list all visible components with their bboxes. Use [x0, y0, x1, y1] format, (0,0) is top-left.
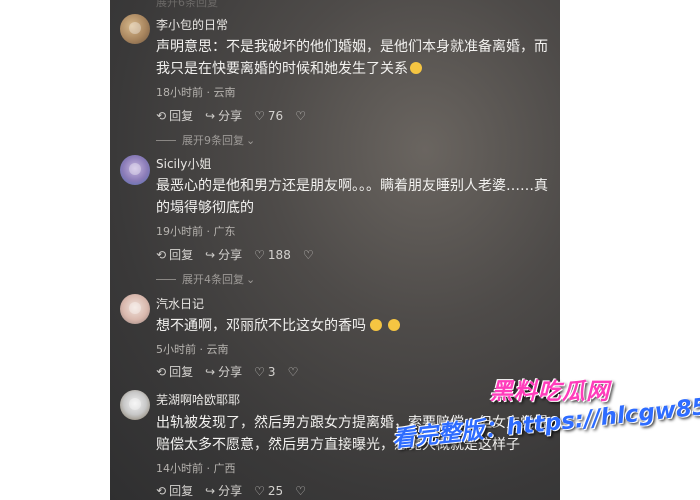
reply-icon: ⟲ — [156, 247, 167, 262]
avatar[interactable] — [120, 390, 150, 420]
like-button[interactable]: ♡ 25 — [254, 484, 283, 498]
dislike-button[interactable]: ♡ — [303, 248, 317, 262]
dislike-button[interactable]: ♡ — [295, 109, 309, 123]
comment-text: 最恶心的是他和男方还是朋友啊。。。瞒着朋友睡别人老婆……真的塌得够彻底的 — [156, 178, 548, 216]
heart-icon: ♡ — [254, 364, 265, 379]
expand-replies[interactable]: 展开4条回复 ⌄ — [156, 271, 255, 287]
share-icon: ↪ — [205, 483, 216, 498]
chevron-down-icon: ⌄ — [246, 272, 256, 286]
comment-actions: ⟲ 回复 ↪ 分享 ♡ 25 ♡ — [156, 482, 321, 499]
comment-meta: 19小时前 · 广东 — [156, 225, 236, 238]
like-button[interactable]: ♡ 188 — [254, 248, 291, 262]
reply-button[interactable]: ⟲ 回复 — [156, 363, 193, 380]
dislike-button[interactable]: ♡ — [288, 365, 302, 379]
reply-button[interactable]: ⟲ 回复 — [156, 246, 193, 263]
comment-username[interactable]: 汽水日记 — [156, 295, 204, 312]
dislike-heart-icon: ♡ — [302, 247, 314, 262]
share-button[interactable]: ↪ 分享 — [205, 107, 242, 124]
share-button[interactable]: ↪ 分享 — [205, 363, 242, 380]
comment-actions: ⟲ 回复 ↪ 分享 ♡ 76 ♡ — [156, 107, 321, 124]
dislike-button[interactable]: ♡ — [295, 484, 309, 498]
dislike-heart-icon: ♡ — [287, 364, 299, 379]
comment-meta: 5小时前 · 云南 — [156, 343, 229, 356]
divider — [156, 278, 176, 280]
comment-meta: 18小时前 · 云南 — [156, 86, 236, 99]
reply-button[interactable]: ⟲ 回复 — [156, 107, 193, 124]
emoji-icon — [370, 319, 382, 331]
comment-username[interactable]: 芜湖啊哈欧耶耶 — [156, 391, 240, 408]
reply-button[interactable]: ⟲ 回复 — [156, 482, 193, 499]
share-icon: ↪ — [205, 247, 216, 262]
comment-actions: ⟲ 回复 ↪ 分享 ♡ 3 ♡ — [156, 363, 313, 380]
avatar[interactable] — [120, 155, 150, 185]
share-button[interactable]: ↪ 分享 — [205, 482, 242, 499]
chevron-down-icon: ⌄ — [246, 133, 256, 147]
dislike-heart-icon: ♡ — [295, 483, 306, 498]
reply-icon: ⟲ — [156, 483, 167, 498]
comment-actions: ⟲ 回复 ↪ 分享 ♡ 188 ♡ — [156, 246, 329, 263]
comment-username[interactable]: Sicily小姐 — [156, 155, 211, 172]
heart-icon: ♡ — [254, 483, 265, 498]
comment-text: 声明意思：不是我破坏的他们婚姻，是他们本身就准备离婚，而我只是在快要离婚的时候和… — [156, 39, 548, 77]
comment-meta: 14小时前 · 广西 — [156, 462, 236, 475]
comment-username[interactable]: 李小包的日常 — [156, 16, 228, 33]
emoji-icon — [410, 62, 422, 74]
share-icon: ↪ — [205, 364, 216, 379]
divider — [156, 139, 176, 141]
expand-replies-faded[interactable]: 展开6条回复 — [156, 0, 218, 10]
like-button[interactable]: ♡ 76 — [254, 109, 283, 123]
reply-icon: ⟲ — [156, 108, 167, 123]
share-icon: ↪ — [205, 108, 216, 123]
comment-text: 想不通啊，邓丽欣不比这女的香吗 — [156, 315, 556, 337]
dislike-heart-icon: ♡ — [295, 108, 306, 123]
expand-replies[interactable]: 展开9条回复 ⌄ — [156, 132, 255, 148]
emoji-icon — [388, 319, 400, 331]
share-button[interactable]: ↪ 分享 — [205, 246, 242, 263]
heart-icon: ♡ — [254, 108, 265, 123]
avatar[interactable] — [120, 14, 150, 44]
reply-icon: ⟲ — [156, 364, 167, 379]
like-button[interactable]: ♡ 3 — [254, 365, 275, 379]
avatar[interactable] — [120, 294, 150, 324]
heart-icon: ♡ — [254, 247, 265, 262]
